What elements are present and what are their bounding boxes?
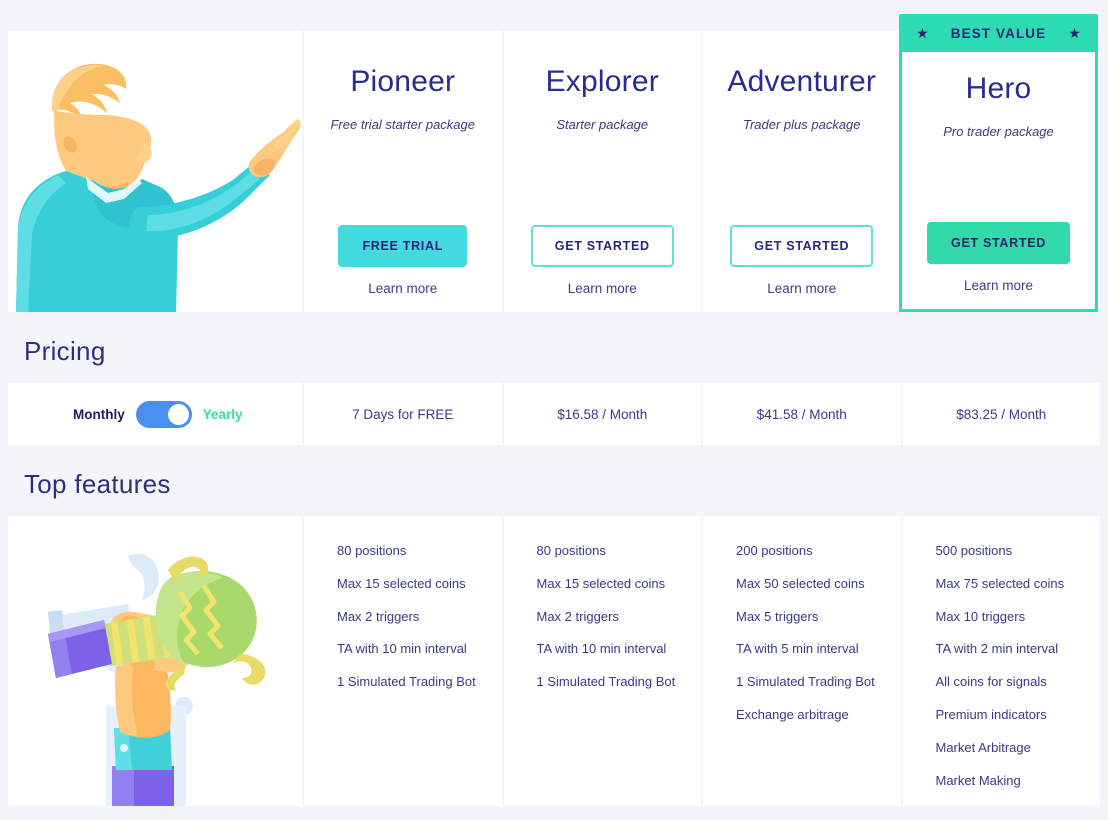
feature-item: TA with 5 min interval (736, 641, 859, 657)
learn-more-link-pioneer[interactable]: Learn more (368, 281, 437, 296)
learn-more-link-adventurer[interactable]: Learn more (767, 281, 836, 296)
pricing-page: Pioneer Free trial starter package FREE … (0, 0, 1108, 820)
billing-period-toggle[interactable] (135, 400, 192, 428)
plan-subtitle: Trader plus package (742, 117, 861, 132)
feature-item: 1 Simulated Trading Bot (337, 674, 476, 690)
featured-plan-hero[interactable]: ★ BEST VALUE ★ Hero Pro trader package G… (899, 14, 1098, 312)
features-adventurer: 200 positions Max 50 selected coins Max … (703, 516, 901, 806)
price-adventurer: $41.58 / Month (703, 383, 901, 445)
feature-item: All coins for signals (935, 674, 1047, 690)
plan-subtitle: Pro trader package (943, 124, 1054, 139)
features-row: 80 positions Max 15 selected coins Max 2… (8, 516, 1100, 806)
price-explorer: $16.58 / Month (503, 383, 701, 445)
price-hero: $83.25 / Month (902, 383, 1100, 445)
star-icon-right: ★ (1068, 25, 1081, 41)
plan-card-pioneer[interactable]: Pioneer Free trial starter package FREE … (304, 31, 502, 312)
feature-item: Max 50 selected coins (736, 575, 865, 591)
features-section-header: Top features (0, 453, 1108, 515)
feature-item: Market Making (935, 772, 1021, 788)
plan-name: Adventurer (727, 65, 877, 98)
billing-toggle-cell: Monthly Yearly (8, 383, 302, 445)
feature-item: 1 Simulated Trading Bot (736, 674, 875, 690)
feature-item: Max 15 selected coins (536, 575, 666, 591)
feature-item: Max 2 triggers (536, 608, 619, 624)
plan-name: Hero (965, 72, 1032, 105)
monthly-label[interactable]: Monthly (73, 407, 125, 422)
feature-item: Max 10 triggers (935, 608, 1026, 624)
feature-item: TA with 10 min interval (337, 641, 467, 657)
feature-item: TA with 2 min interval (935, 641, 1059, 657)
feature-item: 200 positions (736, 543, 813, 558)
feature-item: Max 2 triggers (337, 608, 420, 624)
get-started-button-hero[interactable]: GET STARTED (927, 221, 1070, 264)
plan-cta-group: GET STARTED Learn more (504, 224, 702, 296)
feature-item: Premium indicators (935, 706, 1047, 722)
feature-item: TA with 10 min interval (536, 641, 667, 657)
plan-cta-group: GET STARTED Learn more (902, 221, 1095, 293)
plan-name: Explorer (545, 65, 659, 98)
features-explorer: 80 positions Max 15 selected coins Max 2… (503, 516, 701, 806)
feature-item: 500 positions (935, 543, 1013, 558)
get-started-button-adventurer[interactable]: GET STARTED (730, 224, 874, 267)
hand-holding-trophy-illustration (8, 516, 302, 806)
plan-cta-group: GET STARTED Learn more (703, 224, 901, 296)
feature-item: Max 15 selected coins (337, 575, 466, 591)
yearly-label[interactable]: Yearly (203, 407, 243, 422)
features-pioneer: 80 positions Max 15 selected coins Max 2… (304, 516, 502, 806)
feature-item: 1 Simulated Trading Bot (536, 674, 676, 690)
man-pointing-illustration (8, 31, 302, 312)
feature-item: Max 75 selected coins (935, 575, 1065, 591)
star-icon-left: ★ (916, 25, 929, 41)
get-started-button-explorer[interactable]: GET STARTED (530, 224, 674, 267)
plan-name: Pioneer (350, 65, 456, 98)
feature-item: Exchange arbitrage (736, 706, 849, 722)
pricing-row: Monthly Yearly 7 Days for FREE $16.58 / … (8, 383, 1100, 445)
pricing-title: Pricing (24, 335, 106, 366)
toggle-knob (167, 403, 189, 425)
plan-subtitle: Free trial starter package (330, 117, 475, 132)
plan-cta-group: FREE TRIAL Learn more (304, 224, 502, 296)
plan-card-adventurer[interactable]: Adventurer Trader plus package GET START… (703, 31, 901, 312)
free-trial-button[interactable]: FREE TRIAL (338, 224, 468, 267)
feature-item: Max 5 triggers (736, 608, 819, 624)
learn-more-link-hero[interactable]: Learn more (964, 278, 1033, 293)
pricing-section-header: Pricing (0, 320, 1108, 382)
learn-more-link-explorer[interactable]: Learn more (568, 281, 637, 296)
feature-item: 80 positions (337, 543, 407, 558)
feature-item: Market Arbitrage (935, 739, 1031, 755)
features-hero: 500 positions Max 75 selected coins Max … (902, 516, 1100, 806)
feature-item: 80 positions (536, 543, 606, 558)
plan-card-hero[interactable]: Hero Pro trader package GET STARTED Lear… (899, 52, 1098, 312)
plan-card-explorer[interactable]: Explorer Starter package GET STARTED Lea… (503, 31, 702, 312)
plan-subtitle: Starter package (556, 117, 649, 132)
best-value-label: BEST VALUE (950, 25, 1047, 41)
price-pioneer: 7 Days for FREE (304, 383, 502, 445)
best-value-badge: ★ BEST VALUE ★ (899, 14, 1098, 52)
features-title: Top features (24, 468, 171, 499)
